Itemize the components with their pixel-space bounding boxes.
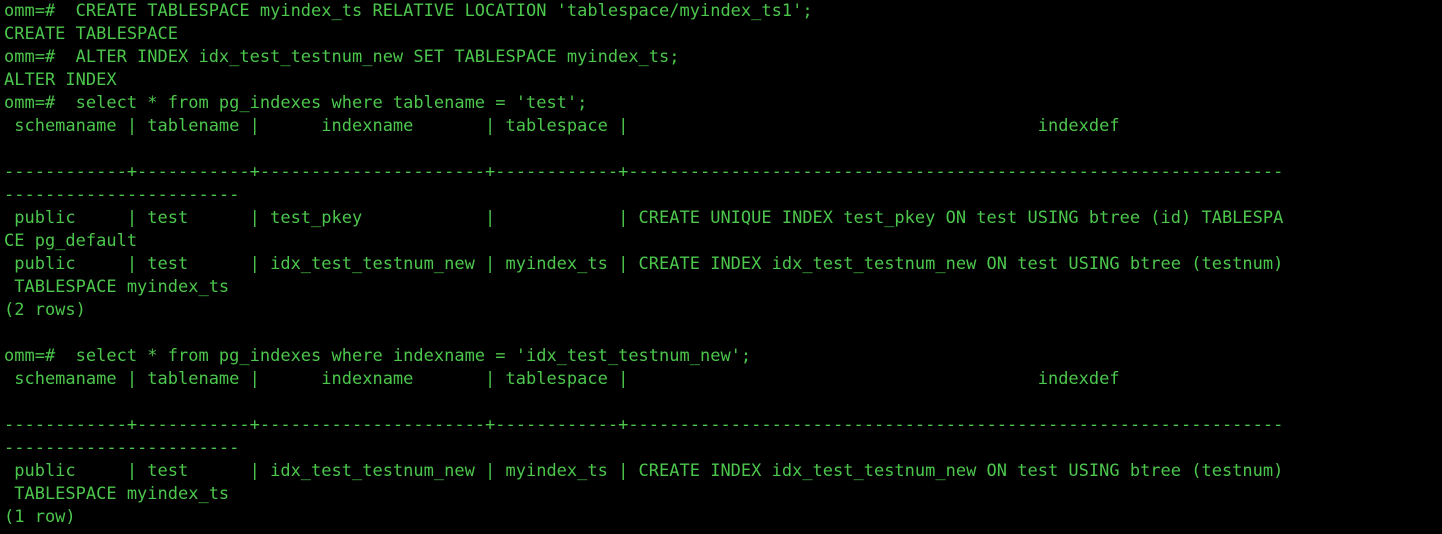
output-create-tablespace: CREATE TABLESPACE (4, 24, 178, 44)
table-row-wrap: TABLESPACE myindex_ts (4, 484, 230, 504)
row-count-1: (2 rows) (4, 300, 86, 320)
table-row-wrap: TABLESPACE myindex_ts (4, 277, 230, 297)
result-header-2: schemaname | tablename | indexname | tab… (4, 369, 1120, 389)
result-separator-2: ------------+-----------+---------------… (4, 415, 1284, 435)
command-select-by-indexname: omm=# select * from pg_indexes where ind… (4, 346, 752, 366)
table-row-wrap: CE pg_default (4, 231, 138, 251)
row-count-2: (1 row) (4, 507, 76, 527)
result-separator-1: ------------+-----------+---------------… (4, 162, 1284, 182)
table-row: public | test | idx_test_testnum_new | m… (4, 461, 1284, 481)
command-create-tablespace: omm=# CREATE TABLESPACE myindex_ts RELAT… (4, 1, 813, 21)
table-row: public | test | test_pkey | | CREATE UNI… (4, 208, 1284, 228)
result-separator-1-wrap: ----------------------- (4, 185, 240, 205)
table-row: public | test | idx_test_testnum_new | m… (4, 254, 1284, 274)
terminal-window[interactable]: omm=# CREATE TABLESPACE myindex_ts RELAT… (0, 0, 1442, 534)
command-alter-index: omm=# ALTER INDEX idx_test_testnum_new S… (4, 47, 680, 67)
result-separator-2-wrap: ----------------------- (4, 438, 240, 458)
command-select-by-tablename: omm=# select * from pg_indexes where tab… (4, 93, 588, 113)
output-alter-index: ALTER INDEX (4, 70, 117, 90)
result-header-1: schemaname | tablename | indexname | tab… (4, 116, 1120, 136)
